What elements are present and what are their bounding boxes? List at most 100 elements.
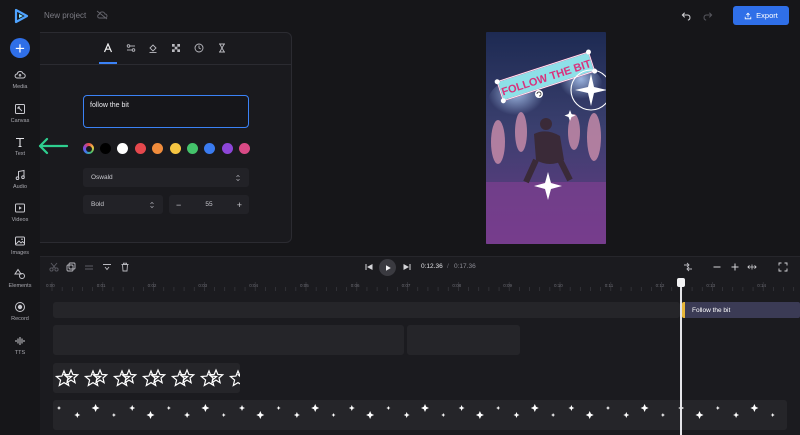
ruler-tick-label: 0:11	[604, 283, 614, 288]
fullscreen-icon[interactable]	[778, 262, 788, 272]
color-swatch[interactable]	[221, 143, 233, 154]
text-content-input[interactable]: follow the bit	[83, 95, 249, 128]
sparkle-shape	[421, 404, 429, 412]
sparkle-shape	[348, 405, 355, 411]
tab-text[interactable]	[100, 40, 116, 56]
sidebar-item-images[interactable]: Images	[0, 235, 40, 265]
font-size-value[interactable]: 55	[205, 201, 212, 208]
zoom-in-icon[interactable]	[730, 262, 740, 272]
text-tab-icon	[103, 43, 113, 53]
video-clip[interactable]	[407, 325, 520, 355]
sidebar-item-media[interactable]: Media	[0, 69, 40, 99]
sparkle-shape	[331, 413, 336, 417]
sidebar-item-label: Text	[14, 151, 26, 157]
font-weight-select[interactable]: Bold	[83, 195, 163, 214]
sparkle-shape	[640, 404, 649, 412]
sidebar-item-label: Record	[11, 316, 29, 322]
sparkle-shape	[715, 406, 720, 410]
color-picker-swatch[interactable]	[83, 143, 94, 154]
video-icon	[15, 203, 25, 213]
sidebar-item-elements[interactable]: Elements	[0, 268, 40, 298]
sidebar-item-label: Audio	[12, 184, 28, 190]
editor-app: + Media Canvas Text Audio Videos Images …	[0, 0, 800, 435]
skip-forward-icon[interactable]	[402, 262, 412, 272]
sparkle-shape	[111, 413, 116, 417]
skip-back-icon[interactable]	[364, 262, 374, 272]
logo-icon[interactable]	[13, 8, 29, 24]
weight-value: Bold	[91, 201, 105, 208]
zoom-out-icon[interactable]	[712, 262, 722, 272]
sidebar-item-tts[interactable]: TTS	[0, 335, 40, 365]
cloud-upload-icon	[14, 71, 26, 79]
sparkle-shape	[129, 405, 136, 411]
sparkle-shape	[475, 411, 484, 419]
text-clip[interactable]: Follow the bit	[682, 302, 800, 318]
playhead[interactable]	[680, 280, 682, 435]
ruler-tick-label: 0:02	[147, 283, 157, 288]
decrease-size-button[interactable]: −	[176, 200, 181, 210]
sidebar-item-videos[interactable]: Videos	[0, 202, 40, 232]
move-up-icon[interactable]	[84, 262, 94, 272]
video-clip[interactable]	[53, 325, 404, 355]
font-size-stepper[interactable]: − 55 +	[169, 195, 249, 214]
color-swatch[interactable]	[187, 143, 198, 154]
sidebar-item-label: Canvas	[10, 118, 30, 124]
play-button[interactable]	[379, 259, 396, 276]
playhead-handle[interactable]	[677, 278, 685, 287]
sparkle-shape	[366, 411, 375, 419]
sparkle-shape	[770, 413, 775, 417]
export-button[interactable]: Export	[733, 6, 789, 25]
redo-icon[interactable]	[702, 10, 713, 21]
sidebar-item-audio[interactable]: Audio	[0, 169, 40, 199]
duplicate-icon[interactable]	[66, 262, 76, 272]
tab-fill[interactable]	[145, 40, 161, 56]
color-swatch[interactable]	[169, 143, 181, 154]
text-track[interactable]	[53, 302, 680, 318]
sidebar-item-label: TTS	[14, 350, 26, 356]
tab-timing[interactable]	[191, 40, 207, 56]
sidebar-item-record[interactable]: Record	[0, 301, 40, 331]
sidebar-item-canvas[interactable]: Canvas	[0, 103, 40, 133]
left-sidebar: + Media Canvas Text Audio Videos Images …	[0, 0, 40, 435]
split-view-icon[interactable]	[683, 262, 693, 272]
fill-icon	[149, 44, 157, 53]
adjust-icon	[126, 44, 136, 52]
color-swatch[interactable]	[100, 143, 111, 154]
tab-transparency[interactable]	[168, 40, 184, 56]
sidebar-item-text[interactable]: Text	[0, 136, 40, 166]
tab-divider	[40, 64, 291, 65]
increase-size-button[interactable]: +	[237, 200, 242, 210]
sparkle-shape	[276, 406, 281, 410]
sparkles-element-clip[interactable]	[53, 400, 787, 430]
sparkle-shape	[623, 412, 630, 418]
color-swatch[interactable]	[239, 143, 251, 154]
tab-animation[interactable]	[214, 40, 230, 56]
color-swatch[interactable]	[204, 143, 216, 154]
sparkle-shape	[513, 412, 520, 418]
stars-element-clip[interactable]	[53, 363, 240, 393]
undo-icon[interactable]	[681, 10, 692, 21]
add-button[interactable]: +	[10, 38, 30, 58]
sparkle-shape	[530, 404, 539, 412]
project-title[interactable]: New project	[44, 11, 86, 20]
move-down-icon[interactable]	[102, 262, 112, 272]
sparkle-shape	[606, 406, 610, 410]
cloud-sync-icon	[96, 10, 108, 20]
color-swatch[interactable]	[152, 143, 164, 154]
color-swatch[interactable]	[117, 143, 129, 154]
sparkle-shape	[293, 412, 300, 418]
tab-adjust[interactable]	[123, 40, 139, 56]
cut-icon[interactable]	[49, 262, 59, 272]
video-preview[interactable]: FOLLOW THE BIT	[486, 32, 606, 244]
time-separator: /	[447, 263, 449, 270]
sparkle-shape	[221, 413, 226, 417]
color-swatch[interactable]	[134, 143, 146, 154]
ruler-tick-label: 0:14	[757, 283, 766, 288]
fit-timeline-icon[interactable]	[747, 262, 757, 272]
trash-icon[interactable]	[120, 262, 130, 272]
stars-thumbnail	[54, 368, 240, 387]
ruler-tick-label: 0:08	[452, 283, 462, 288]
font-select[interactable]: Oswald	[83, 168, 249, 187]
rotate-handle-icon[interactable]	[535, 90, 543, 98]
text-clip-label: Follow the bit	[692, 306, 731, 314]
